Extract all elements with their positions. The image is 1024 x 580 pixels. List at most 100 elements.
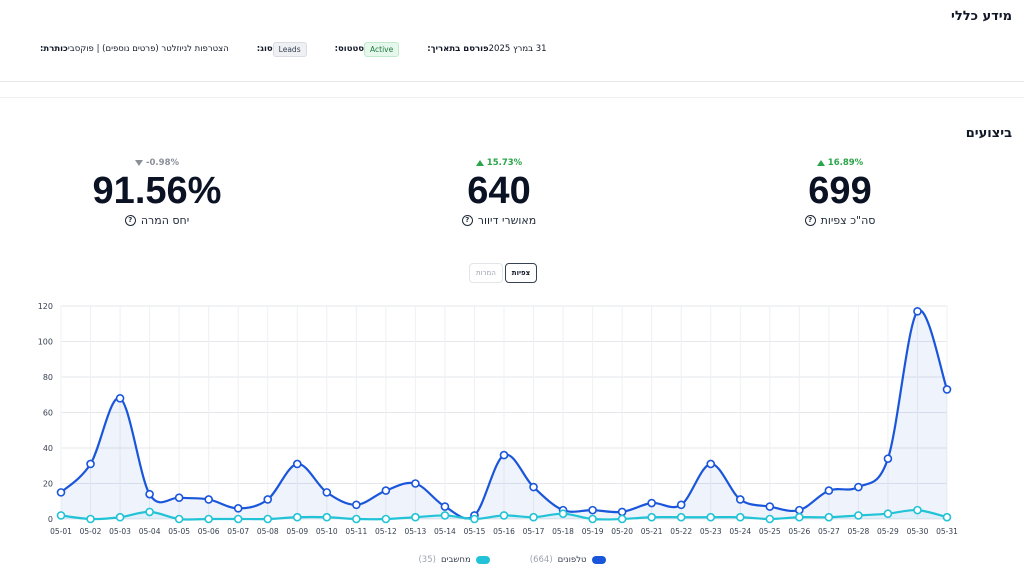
kpi-delta: 16.89% <box>730 158 950 168</box>
x-tick-label: 05-24 <box>729 527 751 536</box>
general-info-title: מידע כללי <box>951 9 1012 24</box>
x-tick-label: 05-07 <box>227 527 249 536</box>
question-icon[interactable]: ? <box>461 215 473 226</box>
x-tick-label: 05-11 <box>345 527 367 536</box>
type-label: סוג: <box>256 44 273 54</box>
x-tick-label: 05-22 <box>670 527 692 536</box>
data-point <box>913 505 922 515</box>
kpi-value: 91.56% <box>92 170 222 212</box>
data-point <box>617 514 627 524</box>
x-tick-label: 05-14 <box>434 527 456 536</box>
x-tick-label: 05-26 <box>788 527 810 536</box>
data-point <box>854 482 863 492</box>
x-tick-label: 05-28 <box>848 527 870 536</box>
y-tick-label: 60 <box>43 409 53 418</box>
data-point <box>588 505 597 515</box>
status-badge: Active <box>364 41 400 57</box>
x-tick-label: 05-18 <box>552 527 574 536</box>
x-tick-label: 05-27 <box>818 527 840 536</box>
data-point <box>470 514 479 524</box>
data-point <box>440 502 450 511</box>
data-point <box>676 500 686 510</box>
data-point <box>735 512 745 522</box>
title-label: כותרת: <box>40 44 68 54</box>
question-icon[interactable]: ? <box>804 215 816 226</box>
data-point <box>292 512 302 522</box>
x-tick-label: 05-10 <box>316 527 338 536</box>
legend-item-computers[interactable]: מחשבים (35) <box>418 555 490 565</box>
x-tick-label: 05-17 <box>523 527 545 536</box>
data-point <box>588 514 597 524</box>
x-tick-label: 05-09 <box>286 527 308 536</box>
legend-swatch <box>591 556 606 564</box>
legend-item-phones[interactable]: טלפונים (664) <box>530 555 606 565</box>
data-point <box>824 486 834 495</box>
title-value: הצטרפות לניוזלטר (פרטים נוספים) | פוקסבי <box>67 44 229 54</box>
data-point <box>765 514 775 524</box>
data-point <box>292 459 302 469</box>
data-point <box>558 509 568 518</box>
data-point <box>411 512 420 522</box>
info-type: סוג: Leads <box>253 41 307 57</box>
y-tick-label: 0 <box>48 515 53 524</box>
toggle-views-button[interactable]: צפיות <box>504 263 538 283</box>
data-point <box>233 504 243 513</box>
data-point <box>115 394 125 403</box>
toggle-conversions-button[interactable]: המרות <box>469 263 503 283</box>
trend-up-icon <box>475 160 484 166</box>
divider <box>0 81 1024 82</box>
status-label: סטטוס: <box>334 44 365 54</box>
data-point <box>86 459 95 469</box>
divider <box>0 97 1024 98</box>
data-point <box>145 507 154 517</box>
data-point <box>617 507 627 517</box>
kpi-delta: -0.98% <box>47 158 267 168</box>
trend-up-icon <box>816 160 825 166</box>
data-point <box>381 486 391 495</box>
trend-down-icon <box>134 160 143 166</box>
data-point <box>204 514 213 524</box>
y-tick-label: 120 <box>38 302 53 311</box>
data-point <box>942 385 952 394</box>
data-point <box>86 514 95 524</box>
x-tick-label: 05-13 <box>405 527 427 536</box>
kpi-label: סה"כ צפיות? <box>730 214 950 227</box>
data-point <box>883 454 893 463</box>
x-tick-label: 05-08 <box>257 527 279 536</box>
kpi-label: יחס המרה? <box>47 214 267 227</box>
data-point <box>440 511 450 520</box>
data-point <box>706 512 716 522</box>
question-icon[interactable]: ? <box>124 215 136 226</box>
data-point <box>499 450 509 460</box>
x-tick-label: 05-29 <box>877 527 899 536</box>
data-point <box>411 479 420 488</box>
published-value: 31 במרץ 2025 <box>488 44 547 54</box>
data-point <box>204 495 213 504</box>
data-point <box>647 512 656 522</box>
metric-toggle: צפיות המרות <box>469 263 538 283</box>
data-point <box>765 502 775 511</box>
x-tick-label: 05-06 <box>198 527 220 536</box>
published-label: פורסם בתאריך: <box>427 44 489 54</box>
data-point <box>499 511 509 520</box>
data-point <box>735 495 745 504</box>
performance-title: ביצועים <box>965 126 1012 141</box>
info-row: כותרת: הצטרפות לניוזלטר (פרטים נוספים) |… <box>12 40 1012 58</box>
y-tick-label: 40 <box>43 444 53 453</box>
x-tick-label: 05-19 <box>582 527 604 536</box>
y-tick-label: 80 <box>43 373 53 382</box>
x-tick-label: 05-12 <box>375 527 397 536</box>
data-point <box>676 512 686 522</box>
x-tick-label: 05-30 <box>907 527 929 536</box>
data-point <box>824 512 834 522</box>
type-badge: Leads <box>272 41 307 57</box>
info-status: סטטוס: Active <box>331 41 400 57</box>
x-tick-label: 05-31 <box>936 527 958 536</box>
y-tick-label: 100 <box>38 338 53 347</box>
data-point <box>174 514 184 524</box>
x-tick-label: 05-04 <box>139 527 161 536</box>
y-tick-label: 20 <box>43 480 53 489</box>
data-point <box>795 512 804 522</box>
data-point <box>854 511 863 520</box>
data-point <box>529 482 538 492</box>
